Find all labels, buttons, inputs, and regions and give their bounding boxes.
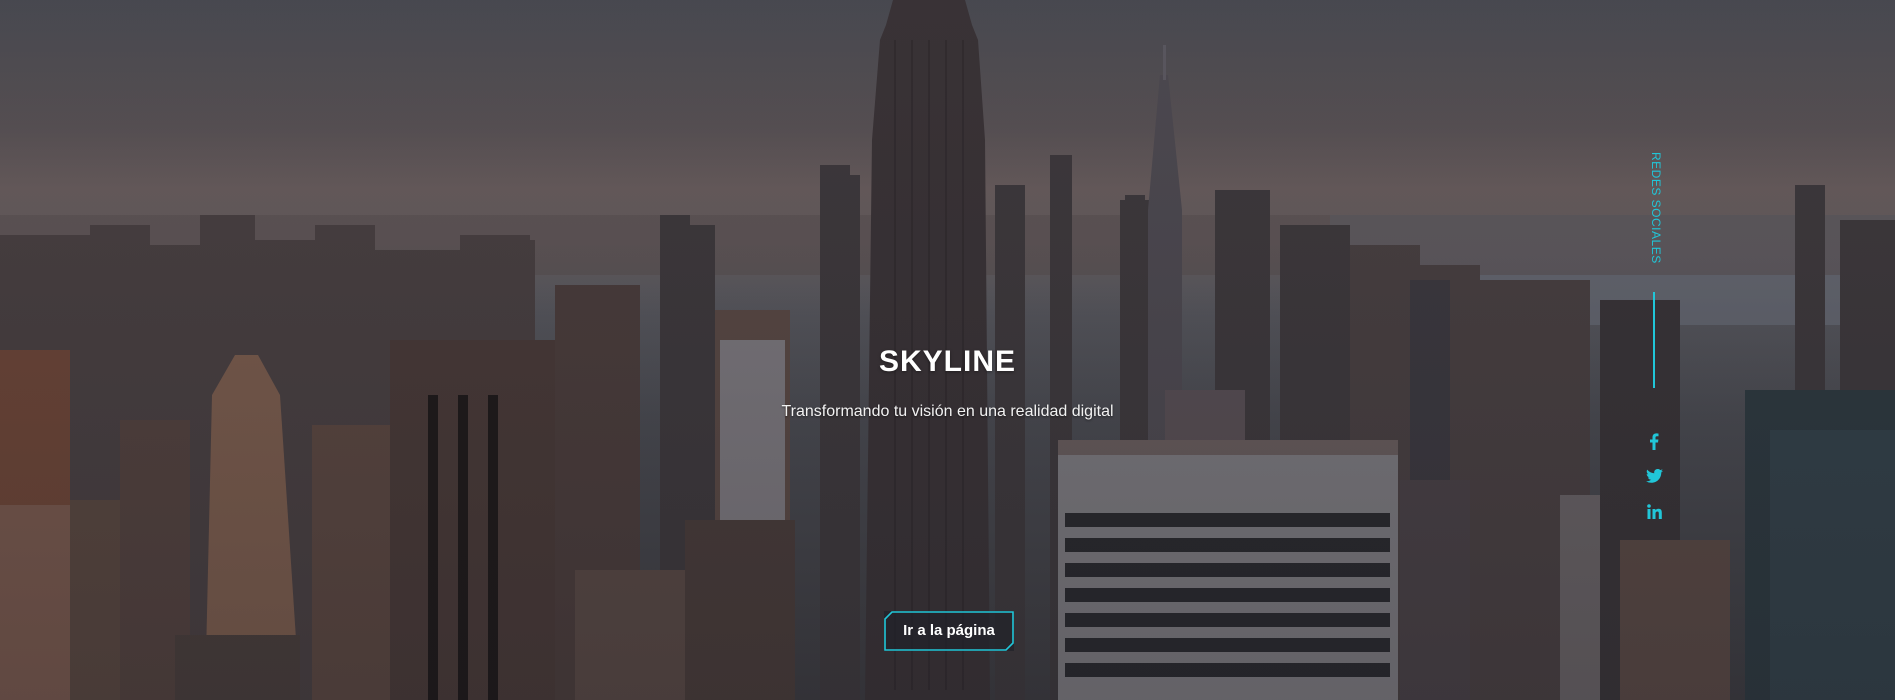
social-label: REDES SOCIALES [1649, 152, 1663, 264]
linkedin-icon[interactable] [1644, 501, 1664, 521]
hero-section: SKYLINE Transformando tu visión en una r… [0, 0, 1895, 700]
linkedin-glyph-icon [1646, 503, 1662, 519]
go-to-page-button[interactable]: Ir a la página [884, 611, 1014, 651]
social-divider [1653, 292, 1655, 388]
facebook-glyph-icon [1650, 432, 1659, 450]
twitter-icon[interactable] [1644, 466, 1664, 486]
go-to-page-label: Ir a la página [903, 622, 995, 639]
hero-subtitle: Transformando tu visión en una realidad … [781, 403, 1114, 420]
facebook-icon[interactable] [1644, 431, 1664, 451]
page-title: SKYLINE [878, 345, 1017, 378]
twitter-glyph-icon [1645, 469, 1663, 483]
